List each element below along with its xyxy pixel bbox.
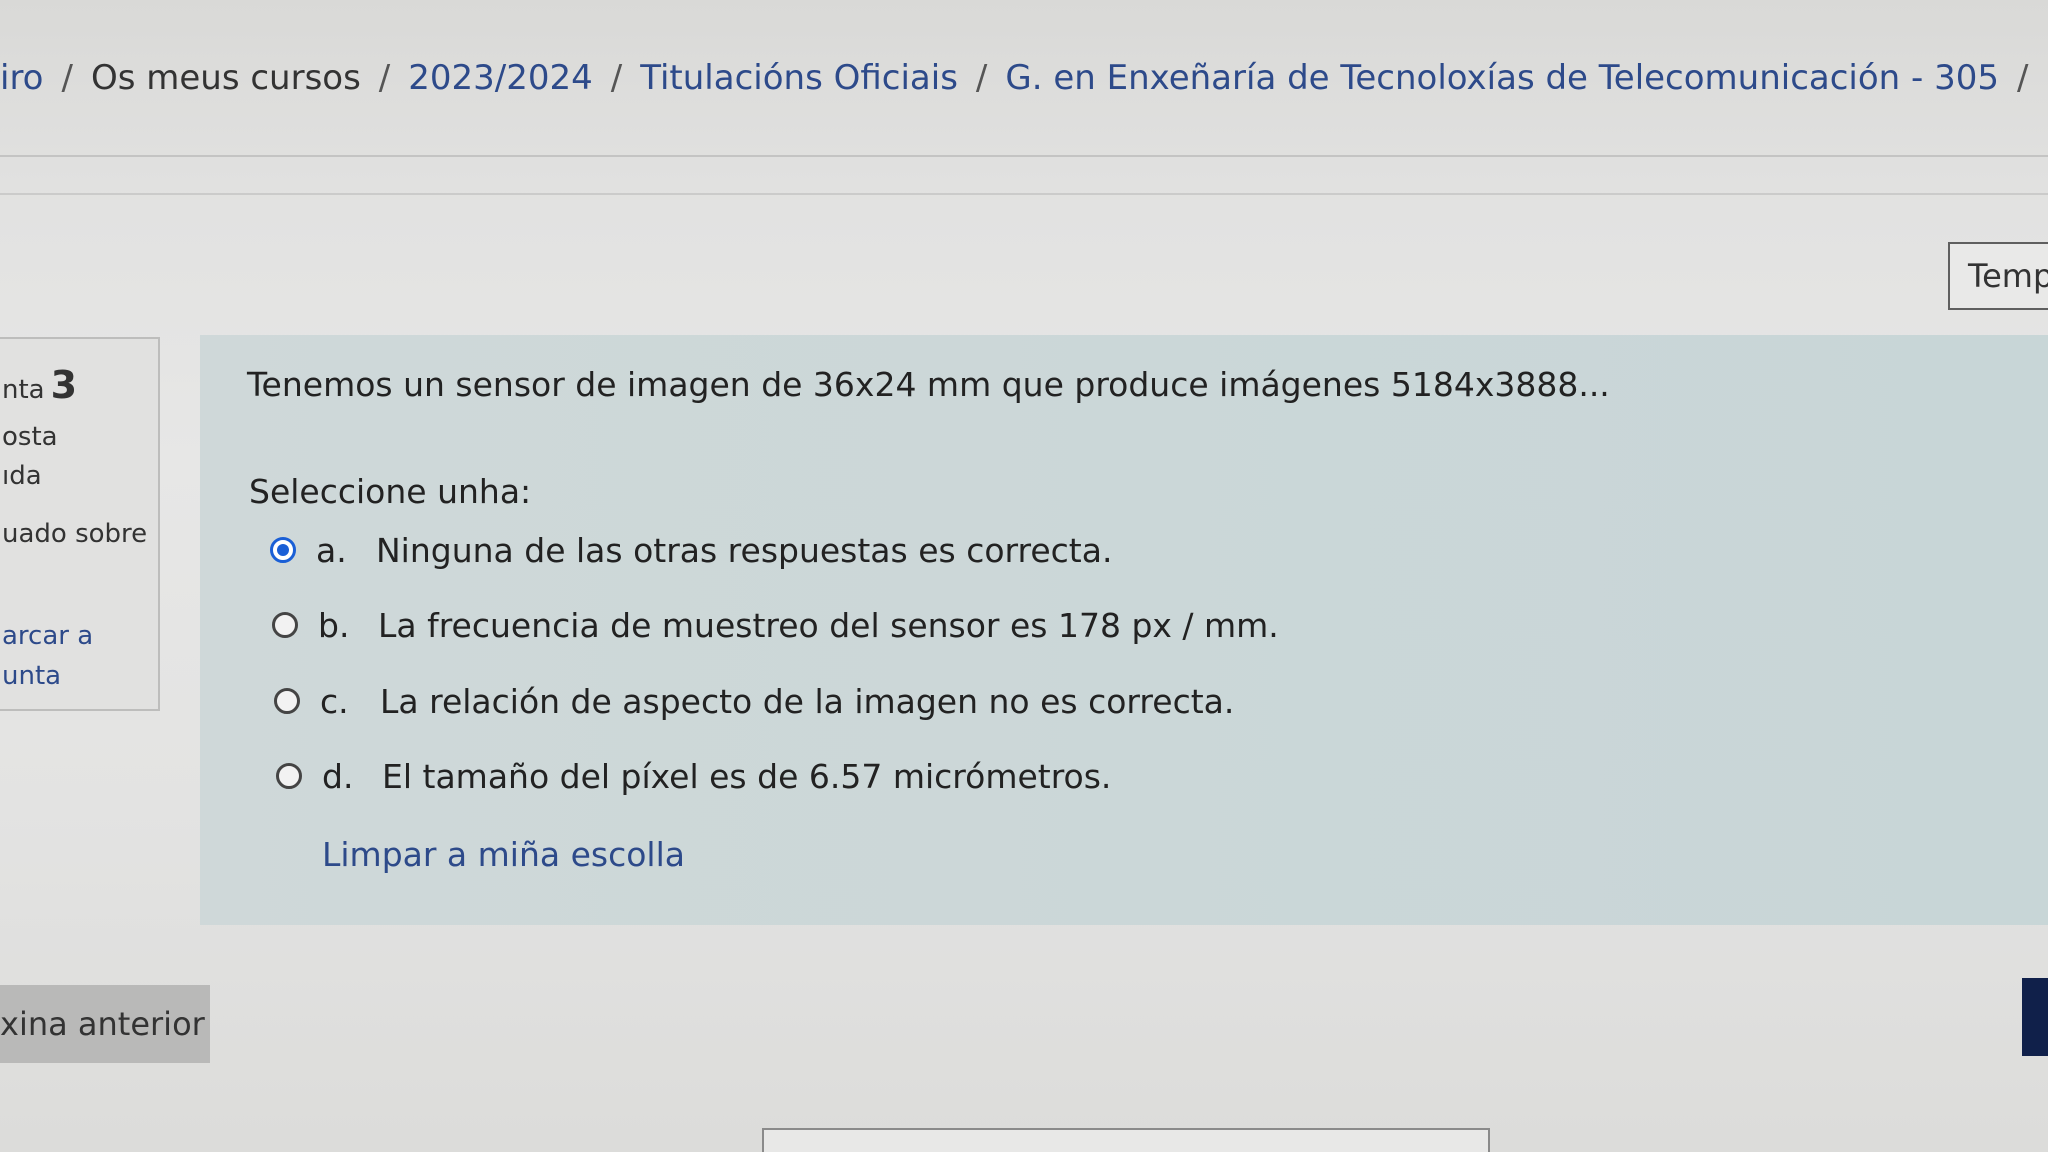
flag-question-link[interactable]: arcar a [2,621,93,651]
answer-option-c[interactable]: c. La relación de aspecto de la imagen n… [274,676,1234,726]
question-status-line1: osta [2,422,58,452]
timer-label: Temp [1968,257,2048,295]
question-number-prefix: nta [2,375,45,405]
question-card: Tenemos un sensor de imagen de 36x24 mm … [200,335,2048,925]
question-number: nta 3 [2,363,77,407]
question-mark: uado sobre [2,519,148,549]
question-status-line2: ıda [2,461,42,491]
quiz-page: iro / Os meus cursos / 2023/2024 / Titul… [0,0,2048,1152]
breadcrumb-separator: / [61,58,73,98]
question-text: Tenemos un sensor de imagen de 36x24 mm … [247,365,1610,404]
radio-selected-icon[interactable] [270,537,296,563]
breadcrumb-item-degree[interactable]: G. en Enxeñaría de Tecnoloxías de Teleco… [1005,58,1999,98]
breadcrumb-separator: / [975,58,988,98]
breadcrumb-item-year[interactable]: 2023/2024 [408,58,593,98]
radio-icon[interactable] [276,763,302,789]
option-letter: a. [316,530,347,570]
option-text: La relación de aspecto de la imagen no e… [380,681,1235,721]
question-number-value: 3 [50,363,78,407]
previous-page-label: xina anterior [0,1005,205,1043]
radio-icon[interactable] [274,688,300,714]
breadcrumb: iro / Os meus cursos / 2023/2024 / Titul… [0,48,2048,108]
option-text: Ninguna de las otras respuestas es corre… [376,530,1113,570]
option-text: La frecuencia de muestreo del sensor es … [378,605,1279,645]
breadcrumb-separator: / [2017,58,2029,98]
breadcrumb-item-my-courses[interactable]: Os meus cursos [91,58,361,98]
answer-option-b[interactable]: b. La frecuencia de muestreo del sensor … [272,600,1279,650]
next-page-button[interactable] [2022,978,2048,1056]
answer-option-a[interactable]: a. Ninguna de las otras respuestas es co… [270,525,1112,575]
radio-icon[interactable] [272,612,298,638]
breadcrumb-separator: / [610,58,623,98]
option-letter: c. [320,681,349,721]
option-letter: b. [318,605,350,645]
flag-question-link-line2[interactable]: unta [2,661,61,691]
option-text: El tamaño del píxel es de 6.57 micrómetr… [382,756,1112,796]
previous-page-button[interactable]: xina anterior [0,985,210,1063]
clear-choice-link[interactable]: Limpar a miña escolla [322,835,685,874]
breadcrumb-separator: / [378,58,391,98]
answer-option-d[interactable]: d. El tamaño del píxel es de 6.57 micróm… [276,751,1111,801]
question-info-panel: nta 3 osta ıda uado sobre arcar a unta [0,337,160,711]
divider [0,155,2048,157]
option-letter: d. [322,756,354,796]
breadcrumb-item-official-degrees[interactable]: Titulacións Oficiais [640,58,958,98]
quiz-timer: Temp [1948,242,2048,310]
quiz-navigation-box [762,1128,1490,1152]
divider [0,193,2048,195]
breadcrumb-item-home[interactable]: iro [0,58,43,98]
answer-prompt: Seleccione unha: [249,472,532,511]
